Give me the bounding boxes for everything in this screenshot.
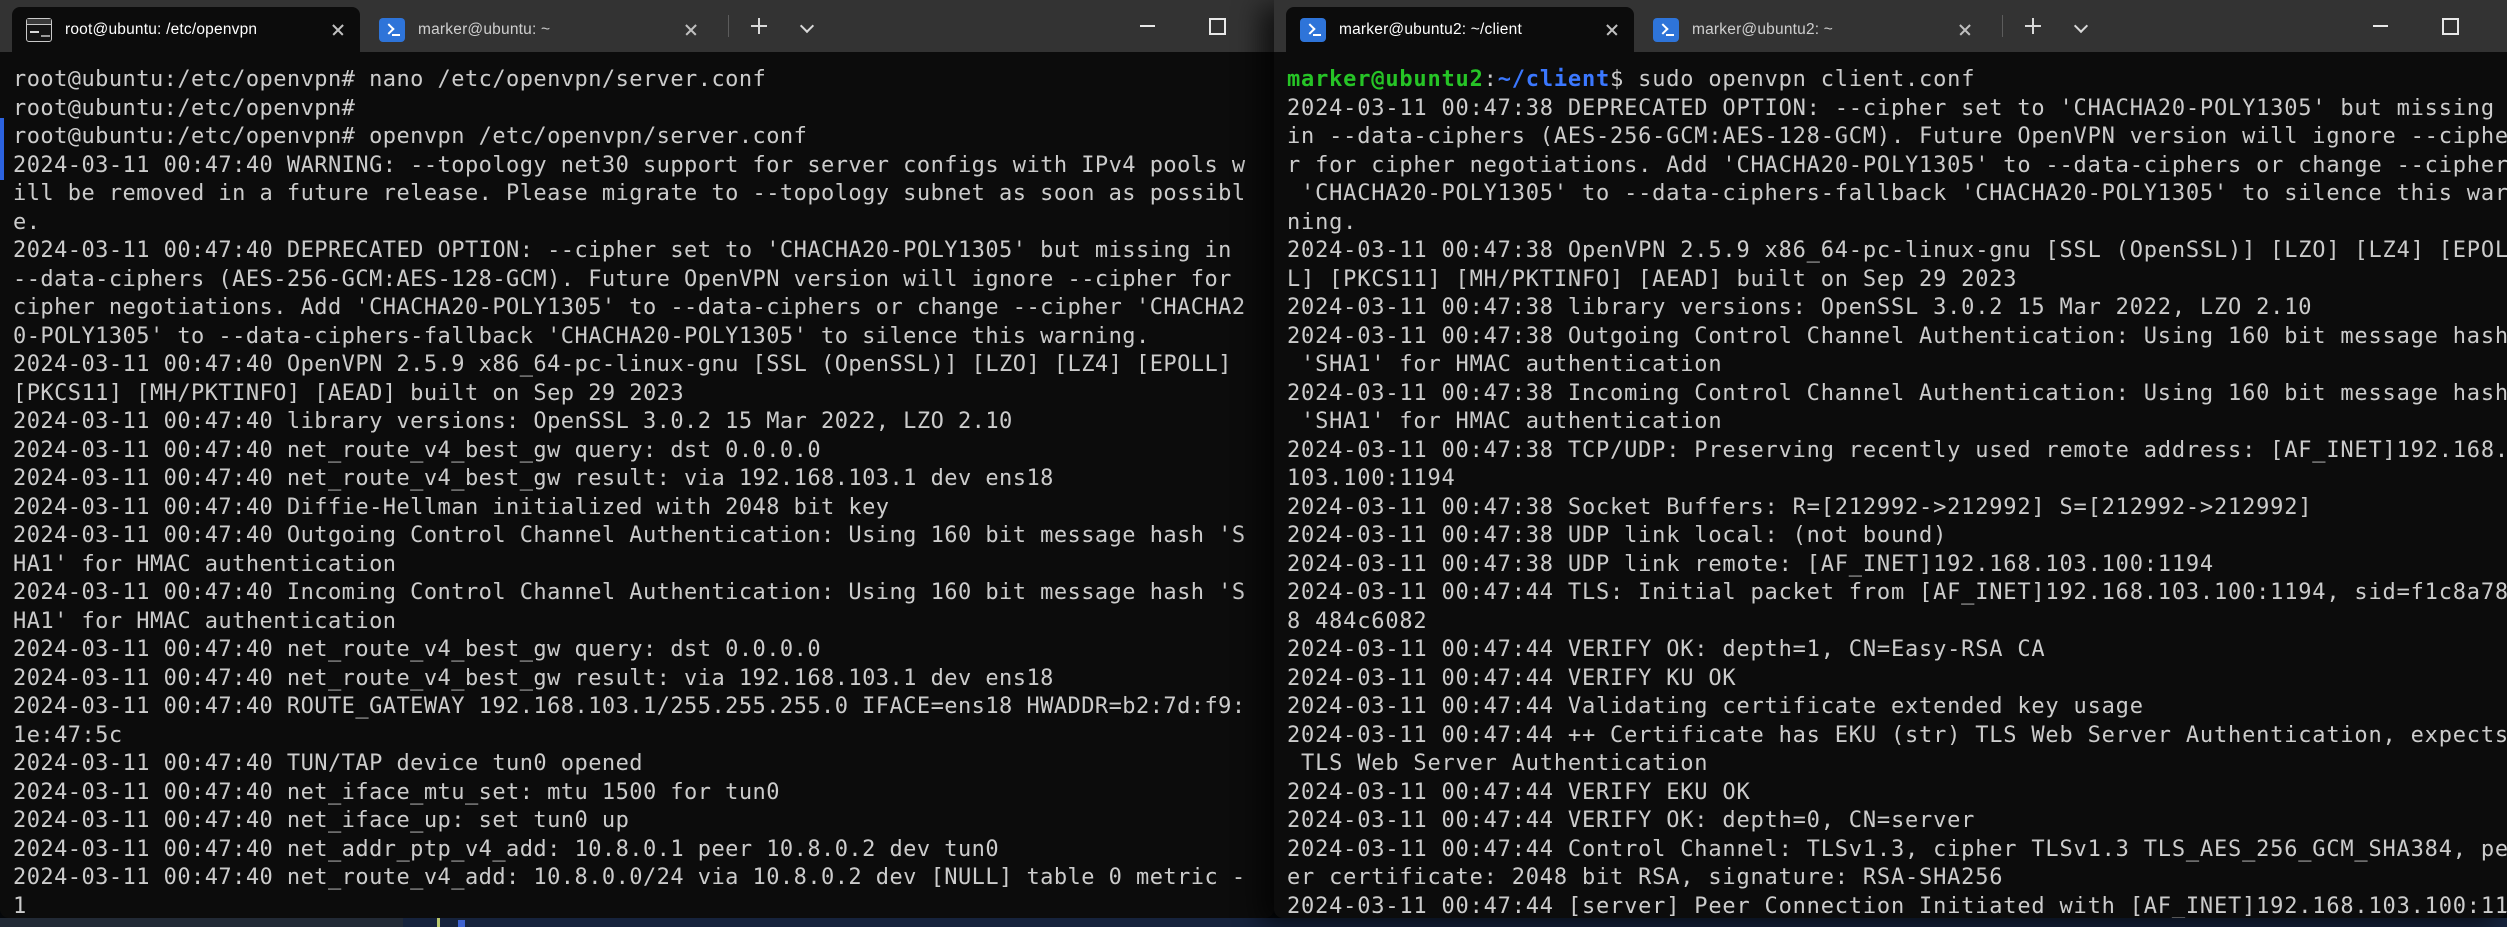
maximize-button[interactable] (2415, 0, 2485, 52)
terminal-log-server: root@ubuntu:/etc/openvpn# nano /etc/open… (13, 66, 1274, 918)
background-sliver-cursor-line (437, 918, 440, 927)
tab-root-ubuntu-etc-openvpn[interactable]: root@ubuntu: /etc/openvpn (12, 7, 360, 52)
minimize-icon (1140, 25, 1155, 27)
maximize-icon (2442, 18, 2459, 35)
prompt-path: ~/client (1498, 67, 1610, 92)
console-icon (26, 18, 52, 42)
tab-close-icon[interactable] (677, 16, 705, 44)
tabbar-separator (728, 15, 729, 37)
terminal-content-server[interactable]: root@ubuntu:/etc/openvpn# nano /etc/open… (0, 52, 1274, 918)
tab-marker-ubuntu2-home[interactable]: marker@ubuntu2: ~ (1639, 7, 1987, 52)
tab-title: marker@ubuntu: ~ (418, 21, 677, 39)
tab-close-icon[interactable] (1951, 16, 1979, 44)
terminal-log-client: 2024-03-11 00:47:38 DEPRECATED OPTION: -… (1287, 95, 2507, 919)
tab-close-icon[interactable] (324, 16, 352, 44)
tab-bar: marker@ubuntu2: ~/client marker@ubuntu2:… (1274, 0, 2507, 52)
new-tab-button[interactable] (741, 8, 777, 44)
background-window-sliver (0, 918, 2507, 927)
prompt-command: $ sudo openvpn client.conf (1610, 67, 1975, 92)
maximize-icon (1209, 18, 1226, 35)
new-tab-button[interactable] (2015, 8, 2051, 44)
terminal-content-client[interactable]: marker@ubuntu2:~/client$ sudo openvpn cl… (1274, 52, 2507, 918)
tab-dropdown-button[interactable] (789, 8, 825, 44)
background-sliver-dot (458, 920, 465, 927)
minimize-icon (2373, 25, 2388, 27)
powershell-icon (1300, 18, 1326, 42)
tab-title: marker@ubuntu2: ~ (1692, 21, 1951, 39)
minimize-button[interactable] (1112, 0, 1182, 52)
prompt-user-host: marker@ubuntu2 (1287, 67, 1484, 92)
shell-prompt: marker@ubuntu2:~/client$ sudo openvpn cl… (1287, 66, 2507, 95)
tab-title: root@ubuntu: /etc/openvpn (65, 21, 324, 39)
tab-close-icon[interactable] (1598, 16, 1626, 44)
terminal-window-server: root@ubuntu: /etc/openvpn marker@ubuntu:… (0, 0, 1274, 918)
tab-title: marker@ubuntu2: ~/client (1339, 21, 1598, 39)
tabbar-separator (2002, 15, 2003, 37)
tab-dropdown-button[interactable] (2063, 8, 2099, 44)
tab-marker-ubuntu-home[interactable]: marker@ubuntu: ~ (365, 7, 713, 52)
powershell-icon (379, 18, 405, 42)
terminal-window-client: marker@ubuntu2: ~/client marker@ubuntu2:… (1274, 0, 2507, 918)
tab-bar: root@ubuntu: /etc/openvpn marker@ubuntu:… (0, 0, 1274, 52)
prompt-colon: : (1484, 67, 1498, 92)
powershell-icon (1653, 18, 1679, 42)
background-window-edge-sliver (0, 118, 4, 180)
maximize-button[interactable] (1182, 0, 1252, 52)
background-sliver-segment (0, 918, 403, 927)
tab-marker-ubuntu2-client[interactable]: marker@ubuntu2: ~/client (1286, 7, 1634, 52)
minimize-button[interactable] (2345, 0, 2415, 52)
